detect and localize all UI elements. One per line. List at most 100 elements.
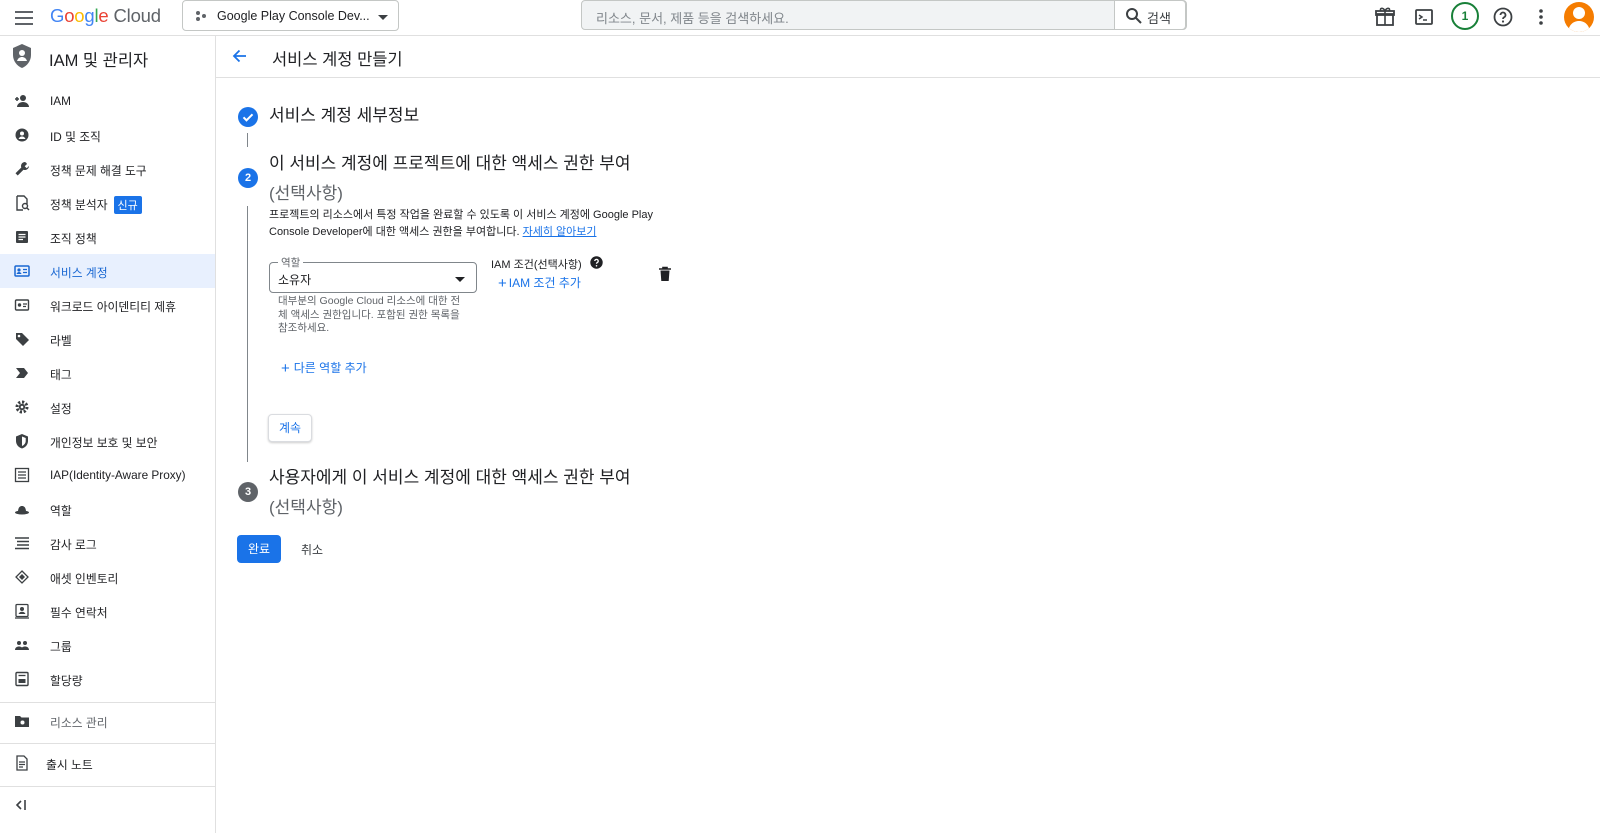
sidebar-divider	[0, 702, 215, 703]
sidebar-item-asset-inventory[interactable]: 애셋 인벤토리	[0, 560, 215, 594]
step2-title: 이 서비스 계정에 프로젝트에 대한 액세스 권한 부여	[269, 154, 631, 173]
back-button[interactable]	[230, 46, 250, 66]
plus-icon: +	[498, 275, 507, 292]
sidebar-item-workload-identity[interactable]: 워크로드 아이덴티티 제휴	[0, 288, 215, 322]
notification-badge[interactable]: 1	[1451, 2, 1479, 30]
sidebar-item-resource-manager[interactable]: 리소스 관리	[0, 704, 215, 738]
step3-title[interactable]: 사용자에게 이 서비스 계정에 대한 액세스 권한 부여	[269, 465, 631, 490]
sidebar-item-identity[interactable]: ID 및 조직	[0, 118, 215, 152]
folder-gear-icon	[15, 716, 29, 727]
sidebar-item-privacy-security[interactable]: 개인정보 보호 및 보안	[0, 424, 215, 458]
plus-icon: +	[281, 360, 290, 377]
step3-subtitle: (선택사항)	[269, 498, 343, 517]
menu-icon[interactable]	[12, 6, 36, 30]
search-button[interactable]: 검색	[1114, 0, 1186, 30]
gear-icon	[15, 400, 29, 414]
sidebar-title: IAM 및 관리자	[49, 52, 149, 70]
sidebar-item-iam[interactable]: IAM	[0, 84, 215, 118]
new-badge: 신규	[113, 196, 142, 214]
group-icon	[15, 641, 29, 650]
step2-description: 프로젝트의 리소스에서 특정 작업을 완료할 수 있도록 이 서비스 계정에 G…	[269, 209, 653, 238]
help-icon[interactable]	[590, 256, 603, 269]
step1-title[interactable]: 서비스 계정 세부정보	[269, 103, 419, 128]
trash-icon	[659, 266, 671, 281]
sidebar-item-quotas[interactable]: 할당량	[0, 662, 215, 696]
page-title: 서비스 계정 만들기	[272, 51, 403, 69]
step3-number: 3	[238, 482, 258, 502]
help-icon[interactable]	[1490, 4, 1516, 30]
tag-icon	[16, 368, 28, 378]
more-vert-icon[interactable]	[1528, 4, 1554, 30]
badge-icon	[14, 299, 30, 311]
shield-icon	[13, 44, 31, 68]
list-icon	[15, 537, 29, 550]
search-input[interactable]: 리소스, 문서, 제품 등을 검색하세요.	[596, 8, 789, 27]
sidebar-item-audit-logs[interactable]: 감사 로그	[0, 526, 215, 560]
delete-role-button[interactable]	[658, 266, 672, 282]
sidebar-item-settings[interactable]: 설정	[0, 390, 215, 424]
sidebar-item-policy-analyzer[interactable]: 정책 분석자 신규	[0, 186, 215, 220]
hat-icon	[15, 506, 29, 515]
search-icon	[1126, 8, 1142, 24]
role-select[interactable]: 역할 소유자	[269, 255, 477, 293]
arrow-back-icon	[232, 49, 246, 63]
project-dots-icon	[196, 11, 206, 21]
sidebar-item-iap[interactable]: IAP(Identity-Aware Proxy)	[0, 458, 215, 492]
sidebar: IAM 및 관리자 IAM ID 및 조직 정책 문제 해결 도구 정책 분석자…	[0, 36, 216, 833]
sidebar-header: IAM 및 관리자	[0, 36, 215, 76]
role-label: 역할	[278, 255, 304, 270]
iap-icon	[14, 467, 30, 483]
page-header: 서비스 계정 만들기	[216, 36, 1600, 78]
service-account-icon	[14, 265, 30, 277]
continue-button[interactable]: 계속	[268, 414, 312, 442]
terminal-icon[interactable]	[1411, 4, 1437, 30]
policy-analyzer-icon	[16, 195, 30, 211]
notes-icon	[16, 755, 28, 771]
step2-subtitle: (선택사항)	[269, 184, 343, 203]
project-selector[interactable]: Google Play Console Dev...	[182, 0, 399, 31]
top-bar: Google Cloud Google Play Console Dev... 리…	[0, 0, 1600, 36]
shield-icon	[16, 434, 28, 449]
collapse-icon	[15, 800, 26, 810]
done-button[interactable]: 완료	[237, 535, 281, 563]
sidebar-item-tags[interactable]: 태그	[0, 356, 215, 390]
sidebar-item-release-notes[interactable]: 출시 노트	[0, 746, 215, 780]
article-icon	[16, 231, 28, 243]
role-value: 소유자	[278, 273, 312, 287]
sidebar-item-labels[interactable]: 라벨	[0, 322, 215, 356]
role-help-text: 대부분의 Google Cloud 리소스에 대한 전체 액세스 권한입니다. …	[278, 295, 461, 334]
label-icon	[16, 333, 29, 346]
project-name: Google Play Console Dev...	[217, 9, 370, 23]
quota-icon	[15, 671, 29, 687]
iam-condition-label: IAM 조건(선택사항)	[491, 259, 582, 271]
step-complete-icon	[238, 107, 258, 127]
contact-icon	[15, 603, 29, 619]
add-iam-condition-button[interactable]: + IAM 조건 추가	[498, 274, 581, 292]
search-bar[interactable]: 리소스, 문서, 제품 등을 검색하세요. 검색	[581, 0, 1187, 30]
google-cloud-logo[interactable]: Google Cloud	[50, 5, 161, 27]
learn-more-link[interactable]: 자세히 알아보기	[523, 226, 597, 238]
step-connector	[247, 206, 248, 462]
sidebar-divider	[0, 786, 215, 787]
sidebar-item-policy-troubleshooter[interactable]: 정책 문제 해결 도구	[0, 152, 215, 186]
chevron-down-icon	[455, 277, 465, 282]
chevron-down-icon	[378, 15, 388, 20]
person-add-icon	[15, 95, 29, 107]
sidebar-item-service-accounts[interactable]: 서비스 계정	[0, 254, 215, 288]
add-another-role-button[interactable]: + 다른 역할 추가	[281, 359, 367, 377]
sidebar-item-groups[interactable]: 그룹	[0, 628, 215, 662]
collapse-sidebar-button[interactable]	[14, 799, 28, 811]
sidebar-item-roles[interactable]: 역할	[0, 492, 215, 526]
wrench-icon	[15, 162, 29, 176]
gift-icon[interactable]	[1372, 4, 1398, 30]
search-button-label: 검색	[1147, 11, 1171, 26]
sidebar-item-org-policies[interactable]: 조직 정책	[0, 220, 215, 254]
diamond-icon	[15, 570, 29, 584]
cancel-button[interactable]: 취소	[301, 541, 323, 558]
step-connector	[247, 133, 248, 147]
account-circle-icon	[15, 128, 29, 142]
sidebar-divider	[0, 743, 215, 744]
sidebar-item-essential-contacts[interactable]: 필수 연락처	[0, 594, 215, 628]
step2-number: 2	[238, 168, 258, 188]
avatar[interactable]	[1564, 2, 1594, 32]
